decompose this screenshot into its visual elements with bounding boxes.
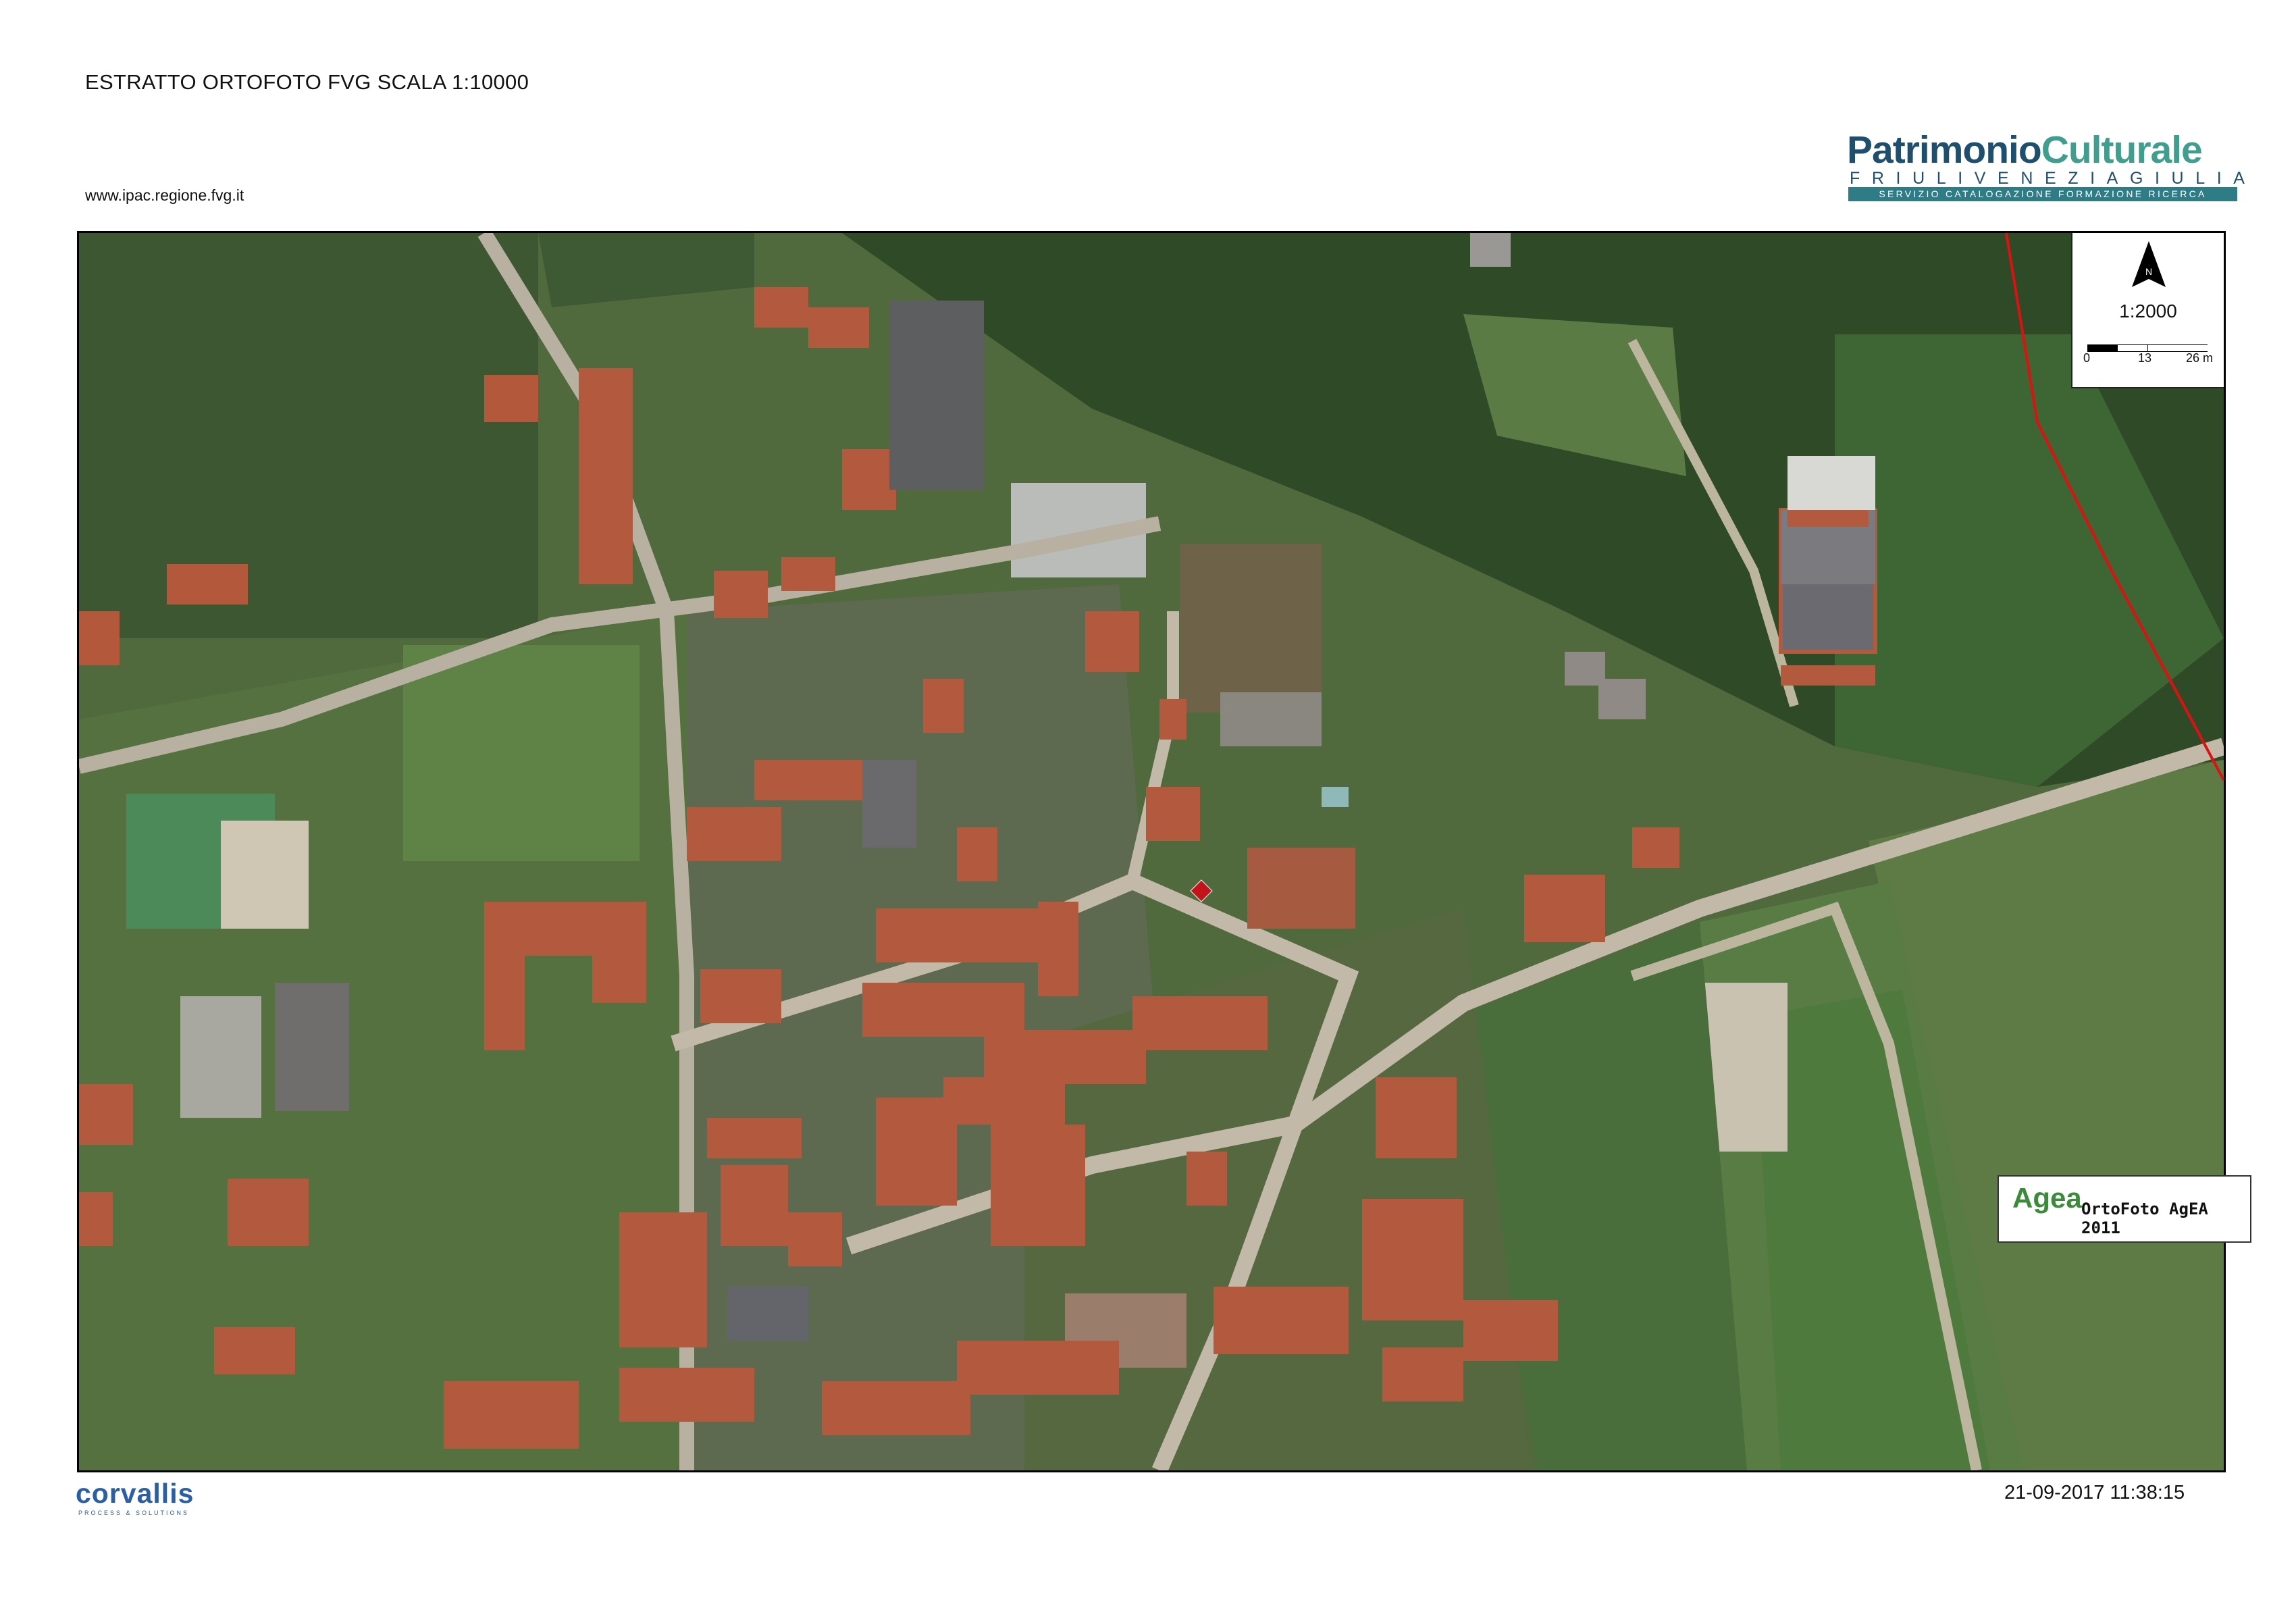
ortofoto-source-label: OrtoFoto AgEA 2011: [2081, 1200, 2208, 1237]
logo-region: FRIULIVENEZIAGIULIA: [1850, 169, 2257, 188]
orthophoto-map[interactable]: N 1:2000 0 13 26 m: [77, 231, 2226, 1472]
corvallis-tagline: PROCESS & SOLUTIONS: [78, 1510, 190, 1516]
scale-tick-26: 26 m: [2186, 351, 2214, 365]
north-label: N: [2145, 266, 2152, 277]
print-timestamp: 21-09-2017 11:38:15: [2004, 1482, 2185, 1503]
scale-tick-0: 0: [2083, 351, 2091, 365]
map-scale-label: 1:2000: [2119, 301, 2177, 321]
patrimonio-culturale-logo: PatrimonioCulturale FRIULIVENEZIAGIULIA …: [1847, 128, 2257, 203]
orthophoto-imagery: [79, 233, 2224, 1470]
north-scale-legend: N 1:2000 0 13 26 m: [2071, 233, 2224, 388]
corvallis-logo: corvallis PROCESS & SOLUTIONS: [76, 1478, 194, 1516]
scale-tick-13: 13: [2138, 351, 2152, 365]
north-arrow-icon: N: [2132, 241, 2166, 287]
logo-wordmark: PatrimonioCulturale: [1847, 128, 2203, 172]
agea-logo: Agea: [2012, 1182, 2082, 1214]
corvallis-wordmark: corvallis: [76, 1478, 194, 1509]
site-url: www.ipac.regione.fvg.it: [85, 186, 244, 204]
agea-source-badge: Agea OrtoFoto AgEA 2011: [1998, 1175, 2251, 1243]
page-title: ESTRATTO ORTOFOTO FVG SCALA 1:10000: [85, 70, 529, 94]
logo-service-band: SERVIZIO CATALOGAZIONE FORMAZIONE RICERC…: [1848, 187, 2237, 201]
logo-word-culturale: Culturale: [2041, 128, 2203, 172]
logo-word-patrimonio: Patrimonio: [1847, 128, 2042, 172]
